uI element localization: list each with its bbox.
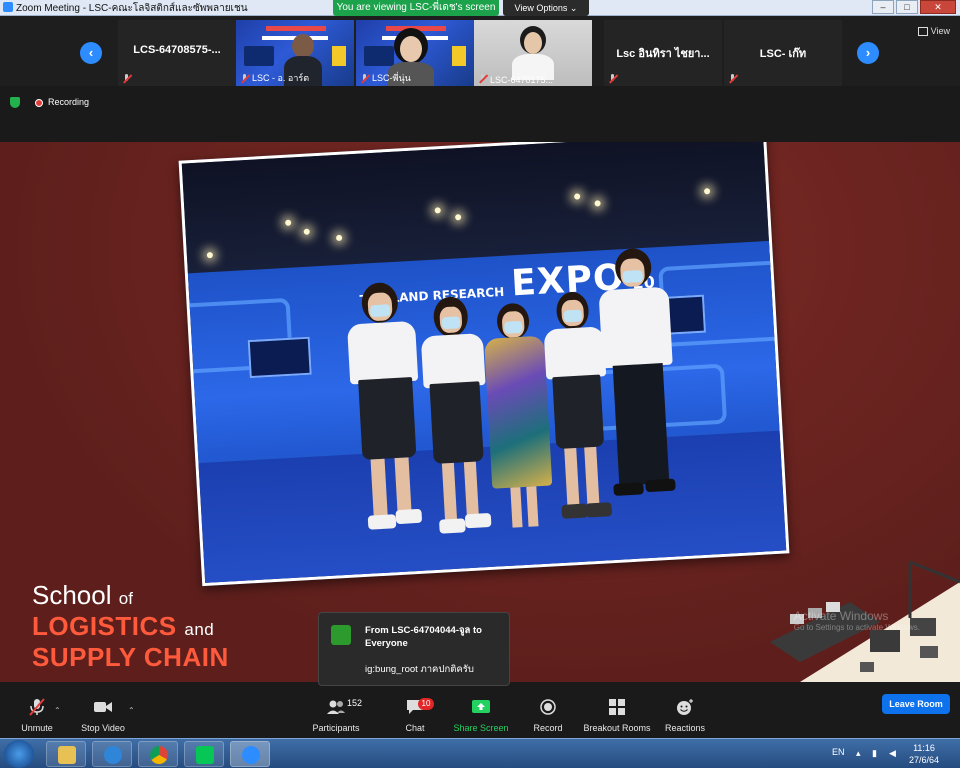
- meeting-status-row: Recording: [0, 86, 960, 142]
- participants-count: 152: [347, 698, 363, 708]
- taskbar-app-chrome[interactable]: [138, 741, 178, 767]
- school-line2-b: and: [184, 620, 215, 639]
- participant-tile[interactable]: LSC-พี่นุ่น: [356, 20, 474, 86]
- reactions-label: Reactions: [664, 723, 706, 733]
- participant-tile[interactable]: LSC- เก๊ท: [724, 20, 842, 86]
- language-indicator[interactable]: EN: [832, 747, 845, 757]
- smiley-icon: [677, 699, 693, 715]
- taskbar-app-zoom[interactable]: [230, 741, 270, 767]
- participant-tile[interactable]: Lsc อินทิรา ไชยา...: [604, 20, 722, 86]
- participant-name: Lsc อินทิรา ไชยา...: [616, 48, 710, 60]
- taskbar-app-line[interactable]: [184, 741, 224, 767]
- gallery-prev-button[interactable]: ‹: [80, 42, 102, 64]
- security-shield-icon[interactable]: [10, 97, 20, 108]
- system-clock[interactable]: 11:16 27/6/64: [909, 742, 939, 766]
- activate-windows-watermark: Activate Windows Go to Settings to activ…: [794, 609, 920, 632]
- school-logo: School of LOGISTICS and SUPPLY CHAIN: [32, 580, 229, 673]
- participant-tile[interactable]: LSC - อ. อาร์ต: [236, 20, 354, 86]
- view-options-button[interactable]: View Options ⌄: [503, 0, 589, 16]
- event-photo: THAILAND RESEARCH EXPO 20: [178, 142, 790, 587]
- video-camera-icon: [94, 702, 112, 712]
- shared-screen: THAILAND RESEARCH EXPO 20: [0, 142, 960, 682]
- chat-button[interactable]: 10 Chat: [378, 690, 452, 734]
- breakout-rooms-label: Breakout Rooms: [583, 723, 651, 733]
- line-app-icon: [196, 746, 214, 764]
- chrome-icon: [150, 746, 168, 764]
- window-controls: – □ ✕: [872, 0, 956, 15]
- recording-icon: [35, 99, 43, 107]
- school-line1-b: of: [118, 589, 133, 608]
- participants-button[interactable]: 152 Participants: [299, 690, 373, 734]
- reactions-button[interactable]: Reactions: [648, 690, 722, 734]
- school-line3: SUPPLY CHAIN: [32, 642, 229, 672]
- start-button[interactable]: [4, 740, 34, 768]
- zoom-icon: [242, 746, 260, 764]
- minimize-button[interactable]: –: [872, 0, 894, 14]
- watermark-line2: Go to Settings to activate Windows.: [793, 623, 920, 632]
- muted-mic-icon: [122, 74, 131, 83]
- clock-time: 11:16: [913, 743, 935, 753]
- participant-name: LCS-64708575-...: [133, 44, 221, 56]
- share-screen-label: Share Screen: [453, 723, 509, 733]
- school-line2: LOGISTICS: [32, 611, 177, 641]
- chat-unread-badge: 10: [418, 698, 434, 710]
- muted-mic-icon: [360, 74, 369, 83]
- unmute-label: Unmute: [21, 723, 53, 733]
- recording-label: Recording: [48, 97, 90, 107]
- stop-video-label: Stop Video: [81, 723, 125, 733]
- chat-notification[interactable]: From LSC-64704044-จูล to Everyone ig:bun…: [318, 612, 510, 686]
- view-toggle-button[interactable]: View: [918, 26, 950, 36]
- muted-mic-icon: [478, 74, 487, 83]
- audio-options-chevron-icon[interactable]: ⌃: [54, 706, 61, 715]
- school-line1-a: School: [32, 580, 112, 610]
- video-options-chevron-icon[interactable]: ⌃: [128, 706, 135, 715]
- breakout-rooms-icon: [609, 699, 625, 715]
- muted-mic-icon: [728, 74, 737, 83]
- chat-message: ig:bung_root ภาคปกติครับ: [365, 664, 474, 675]
- volume-icon[interactable]: ◀: [889, 748, 899, 758]
- chat-sender: From LSC-64704044-จูล to Everyone: [365, 625, 482, 649]
- zoom-app-icon: [3, 2, 13, 12]
- folder-icon: [58, 746, 76, 764]
- close-button[interactable]: ✕: [920, 0, 956, 14]
- muted-mic-icon: [240, 74, 249, 83]
- chat-label: Chat: [405, 723, 425, 733]
- logistics-illustration: [770, 560, 960, 682]
- viewing-share-banner: You are viewing LSC-พี่เดช's screen: [333, 0, 499, 16]
- taskbar-app-explorer[interactable]: [46, 741, 86, 767]
- participants-label: Participants: [312, 723, 360, 733]
- video-gallery-strip: ‹ LCS-64708575-... LSC - อ. อาร์ต LSC-พี…: [0, 16, 960, 86]
- meeting-toolbar: Unmute ⌃ Stop Video ⌃ 152 Participants 1…: [0, 686, 960, 738]
- watermark-line1: Activate Windows: [793, 609, 889, 623]
- window-title: Zoom Meeting - LSC-คณะโลจิสติกส์และซัพพล…: [16, 3, 248, 14]
- taskbar-app-ie[interactable]: [92, 741, 132, 767]
- participant-name: LSC-พี่นุ่น: [372, 73, 411, 83]
- internet-explorer-icon: [104, 746, 122, 764]
- share-screen-button[interactable]: Share Screen: [444, 690, 518, 734]
- leave-room-button[interactable]: Leave Room: [882, 694, 950, 714]
- breakout-rooms-button[interactable]: Breakout Rooms: [580, 690, 654, 734]
- zoom-window: Zoom Meeting - LSC-คณะโลจิสติกส์และซัพพล…: [0, 0, 960, 768]
- record-button[interactable]: Record: [511, 690, 585, 734]
- participants-icon: [327, 700, 345, 714]
- gallery-next-button[interactable]: ›: [857, 42, 879, 64]
- clock-date: 27/6/64: [909, 755, 940, 765]
- muted-mic-icon: [608, 74, 617, 83]
- participant-name: LSC- เก๊ท: [759, 48, 807, 60]
- share-screen-icon: [472, 700, 490, 713]
- record-label: Record: [533, 723, 563, 733]
- participant-tile[interactable]: LSC-6470175...: [474, 20, 592, 86]
- participant-name: LSC - อ. อาร์ต: [252, 73, 310, 83]
- participant-name: LSC-6470175...: [490, 75, 554, 85]
- unmute-button[interactable]: Unmute: [0, 690, 74, 734]
- record-icon: [540, 699, 556, 715]
- muted-mic-icon: [29, 698, 45, 716]
- network-icon[interactable]: ▮: [872, 748, 882, 758]
- avatar: [331, 625, 351, 645]
- tray-chevron-icon[interactable]: ▴: [856, 748, 866, 758]
- windows-taskbar: EN ▴ ▮ ◀ 11:16 27/6/64: [0, 738, 960, 768]
- participant-tile[interactable]: LCS-64708575-...: [118, 20, 236, 86]
- maximize-button[interactable]: □: [896, 0, 918, 14]
